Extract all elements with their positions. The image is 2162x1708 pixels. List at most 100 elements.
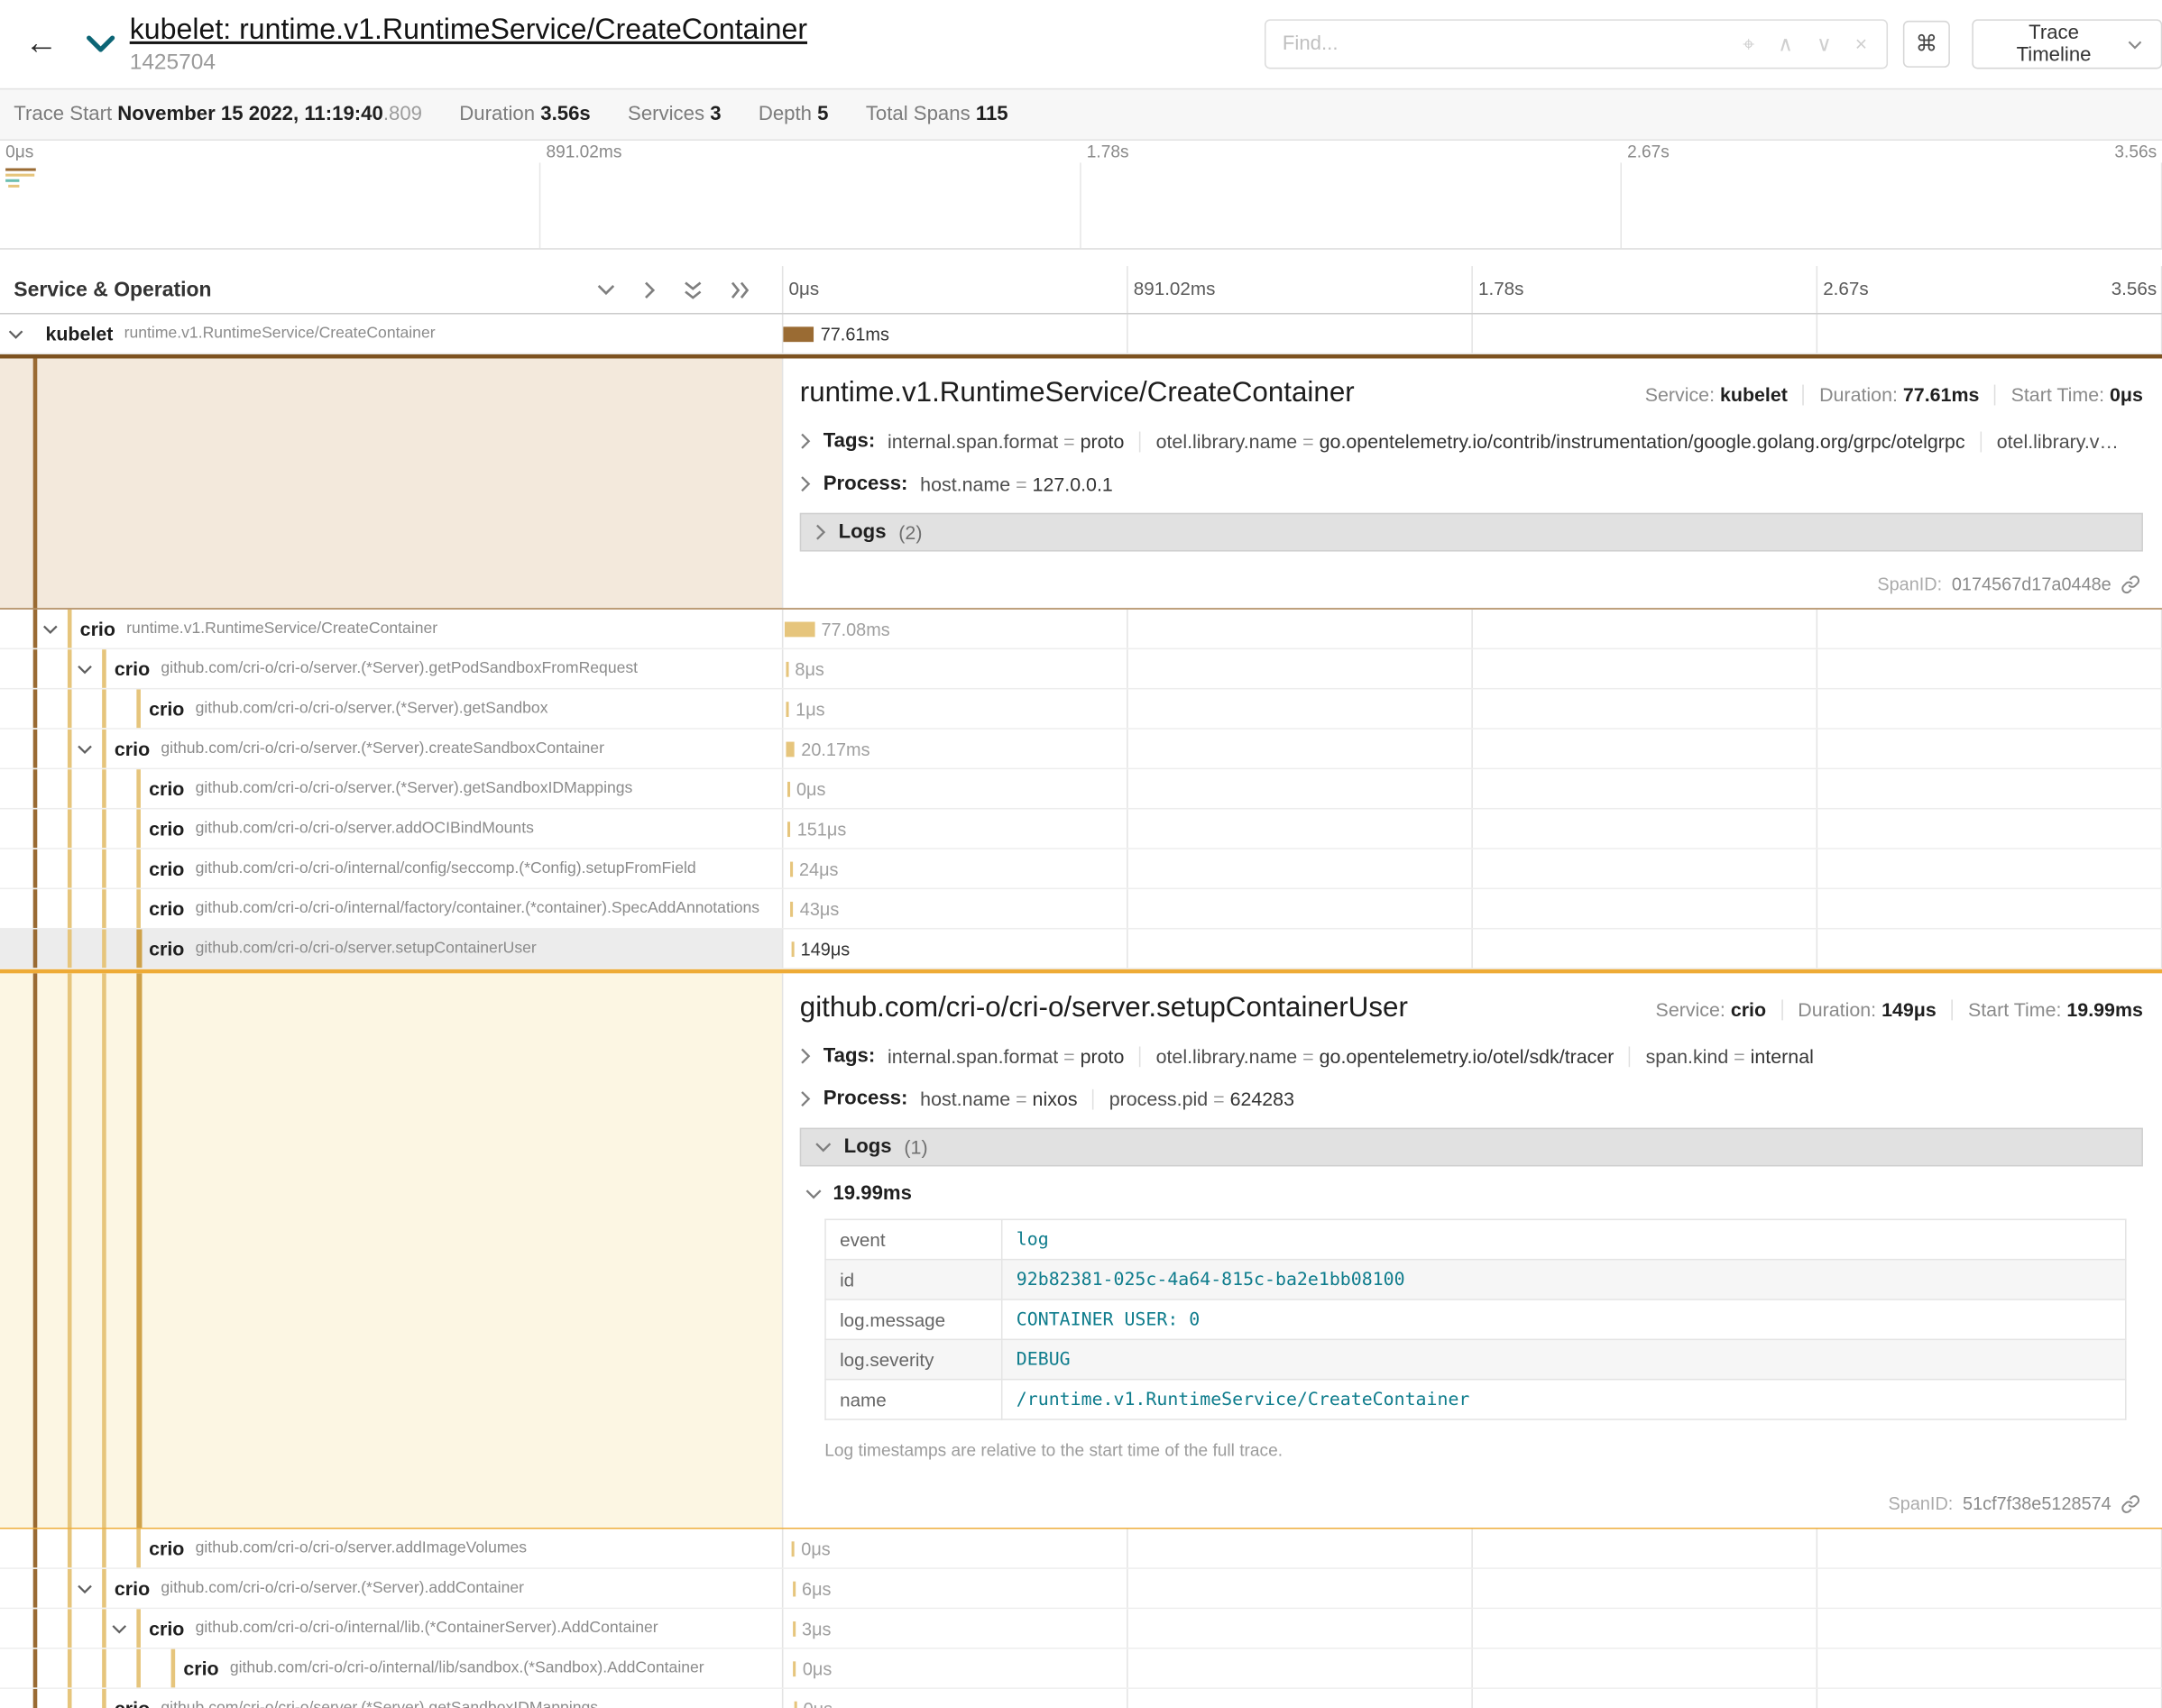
span-timeline-cell[interactable]: 3μs bbox=[783, 1609, 2162, 1648]
span-duration-bar[interactable] bbox=[793, 1661, 796, 1676]
span-duration-bar[interactable] bbox=[794, 1702, 796, 1708]
span-row[interactable]: crio github.com/cri-o/cri-o/server.(*Ser… bbox=[0, 689, 2162, 729]
span-duration-bar[interactable] bbox=[786, 662, 788, 677]
span-duration-bar[interactable] bbox=[786, 742, 794, 758]
locate-match-icon[interactable]: ⌖ bbox=[1743, 33, 1754, 54]
trace-title-link[interactable]: kubelet: runtime.v1.RuntimeService/Creat… bbox=[130, 14, 807, 47]
span-name-cell[interactable]: crio runtime.v1.RuntimeService/CreateCon… bbox=[0, 610, 783, 648]
span-name-cell[interactable]: crio github.com/cri-o/cri-o/server.(*Ser… bbox=[0, 689, 783, 728]
span-row[interactable]: crio github.com/cri-o/cri-o/server.setup… bbox=[0, 929, 2162, 969]
span-row[interactable]: crio github.com/cri-o/cri-o/server.(*Ser… bbox=[0, 769, 2162, 809]
collapse-one-icon[interactable] bbox=[644, 280, 655, 298]
span-name-cell[interactable]: crio github.com/cri-o/cri-o/server.addOC… bbox=[0, 809, 783, 848]
process-accordion[interactable]: Process: host.name = nixosprocess.pid = … bbox=[800, 1088, 2143, 1109]
span-timeline-cell[interactable]: 6μs bbox=[783, 1569, 2162, 1608]
tags-accordion[interactable]: Tags: internal.span.format = protootel.l… bbox=[800, 430, 2143, 452]
span-row[interactable]: crio github.com/cri-o/cri-o/internal/lib… bbox=[0, 1609, 2162, 1648]
keyboard-shortcuts-button[interactable]: ⌘ bbox=[1903, 21, 1950, 68]
span-expand-toggle[interactable] bbox=[78, 649, 103, 688]
span-name-cell[interactable]: kubelet runtime.v1.RuntimeService/Create… bbox=[0, 315, 783, 354]
span-name-cell[interactable]: crio github.com/cri-o/cri-o/server.(*Ser… bbox=[0, 1569, 783, 1608]
span-row[interactable]: crio runtime.v1.RuntimeService/CreateCon… bbox=[0, 610, 2162, 649]
span-name-cell[interactable]: crio github.com/cri-o/cri-o/server.setup… bbox=[0, 929, 783, 968]
clear-find-icon[interactable]: × bbox=[1855, 33, 1867, 54]
span-timeline-cell[interactable]: 1μs bbox=[783, 689, 2162, 728]
span-row[interactable]: crio github.com/cri-o/cri-o/server.addOC… bbox=[0, 809, 2162, 849]
indent-guide bbox=[102, 730, 106, 768]
span-duration-label: 20.17ms bbox=[801, 730, 869, 768]
span-row[interactable]: crio github.com/cri-o/cri-o/server.(*Ser… bbox=[0, 1569, 2162, 1609]
trace-view-selector[interactable]: Trace Timeline bbox=[1972, 19, 2162, 69]
span-row[interactable]: crio github.com/cri-o/cri-o/server.(*Ser… bbox=[0, 1689, 2162, 1708]
span-timeline-cell[interactable]: 20.17ms bbox=[783, 730, 2162, 768]
indent-guide bbox=[68, 809, 72, 848]
logs-accordion[interactable]: Logs (1) bbox=[800, 1128, 2143, 1167]
span-timeline-cell[interactable]: 8μs bbox=[783, 649, 2162, 688]
span-name-cell[interactable]: crio github.com/cri-o/cri-o/server.(*Ser… bbox=[0, 1689, 783, 1708]
span-duration-bar[interactable] bbox=[792, 1621, 795, 1637]
expand-all-icon[interactable] bbox=[684, 280, 702, 298]
log-entry-toggle[interactable]: 19.99ms bbox=[805, 1183, 2143, 1205]
process-accordion[interactable]: Process: host.name = 127.0.0.1 bbox=[800, 473, 2143, 494]
expand-one-icon[interactable] bbox=[597, 284, 615, 295]
span-duration-bar[interactable] bbox=[787, 822, 790, 837]
find-input[interactable] bbox=[1266, 33, 1724, 55]
span-timeline-cell[interactable]: 24μs bbox=[783, 849, 2162, 888]
indent-guide bbox=[33, 359, 38, 609]
span-expand-toggle[interactable] bbox=[112, 1609, 137, 1648]
copy-link-icon[interactable] bbox=[2121, 1494, 2139, 1513]
span-timeline-cell[interactable]: 0μs bbox=[783, 769, 2162, 808]
span-row[interactable]: crio github.com/cri-o/cri-o/internal/fac… bbox=[0, 889, 2162, 929]
minimap-tick: 0μs bbox=[5, 142, 33, 161]
span-row[interactable]: crio github.com/cri-o/cri-o/server.addIm… bbox=[0, 1529, 2162, 1569]
span-duration-bar[interactable] bbox=[791, 941, 794, 957]
span-duration-bar[interactable] bbox=[790, 902, 793, 917]
span-name-cell[interactable]: crio github.com/cri-o/cri-o/server.(*Ser… bbox=[0, 649, 783, 688]
span-timeline-cell[interactable]: 151μs bbox=[783, 809, 2162, 848]
span-duration-bar[interactable] bbox=[785, 622, 814, 638]
span-name-cell[interactable]: crio github.com/cri-o/cri-o/internal/lib… bbox=[0, 1609, 783, 1648]
logs-accordion[interactable]: Logs (2) bbox=[800, 513, 2143, 552]
previous-match-icon[interactable]: ∧ bbox=[1778, 33, 1793, 54]
span-name-cell[interactable]: crio github.com/cri-o/cri-o/server.(*Ser… bbox=[0, 769, 783, 808]
span-expand-toggle[interactable] bbox=[42, 610, 68, 648]
indent-guide bbox=[68, 730, 72, 768]
collapse-all-icon[interactable] bbox=[731, 280, 749, 298]
span-row[interactable]: crio github.com/cri-o/cri-o/server.(*Ser… bbox=[0, 649, 2162, 689]
span-duration-bar[interactable] bbox=[783, 326, 814, 342]
span-timeline-cell[interactable]: 149μs bbox=[783, 929, 2162, 968]
collapse-trace-header-icon[interactable] bbox=[86, 34, 116, 53]
minimap-canvas[interactable] bbox=[0, 162, 2162, 248]
span-timeline-cell[interactable]: 77.08ms bbox=[783, 610, 2162, 648]
back-icon[interactable]: ← bbox=[16, 16, 66, 71]
span-duration-label: 77.08ms bbox=[821, 610, 889, 648]
copy-link-icon[interactable] bbox=[2121, 574, 2139, 593]
span-name-cell[interactable]: crio github.com/cri-o/cri-o/internal/fac… bbox=[0, 889, 783, 928]
span-duration-bar[interactable] bbox=[789, 862, 792, 877]
span-duration-bar[interactable] bbox=[786, 702, 788, 717]
span-expand-toggle[interactable] bbox=[8, 315, 33, 354]
span-timeline-cell[interactable]: 0μs bbox=[783, 1529, 2162, 1568]
tags-accordion[interactable]: Tags: internal.span.format = protootel.l… bbox=[800, 1045, 2143, 1067]
span-expand-toggle[interactable] bbox=[78, 730, 103, 768]
span-timeline-cell[interactable]: 77.61ms bbox=[783, 315, 2162, 354]
span-timeline-cell[interactable]: 0μs bbox=[783, 1649, 2162, 1688]
next-match-icon[interactable]: ∨ bbox=[1817, 33, 1832, 54]
span-timeline-cell[interactable]: 0μs bbox=[783, 1689, 2162, 1708]
span-name-cell[interactable]: crio github.com/cri-o/cri-o/internal/con… bbox=[0, 849, 783, 888]
span-duration-bar[interactable] bbox=[792, 1582, 795, 1597]
span-duration-bar[interactable] bbox=[787, 782, 789, 797]
span-name-cell[interactable]: crio github.com/cri-o/cri-o/internal/lib… bbox=[0, 1649, 783, 1688]
span-name-cell[interactable]: crio github.com/cri-o/cri-o/server.addIm… bbox=[0, 1529, 783, 1568]
trace-minimap[interactable]: 0μs 891.02ms 1.78s 2.67s 3.56s bbox=[0, 141, 2162, 250]
span-row[interactable]: crio github.com/cri-o/cri-o/internal/lib… bbox=[0, 1649, 2162, 1689]
span-timeline-cell[interactable]: 43μs bbox=[783, 889, 2162, 928]
span-duration-bar[interactable] bbox=[792, 1541, 795, 1556]
span-row[interactable]: crio github.com/cri-o/cri-o/internal/con… bbox=[0, 849, 2162, 889]
span-row[interactable]: crio github.com/cri-o/cri-o/server.(*Ser… bbox=[0, 730, 2162, 769]
span-expand-toggle[interactable] bbox=[78, 1569, 103, 1608]
timeline-header-ticks: 0μs 891.02ms 1.78s 2.67s 3.56s bbox=[783, 266, 2162, 313]
indent-guide bbox=[33, 649, 38, 688]
span-name-cell[interactable]: crio github.com/cri-o/cri-o/server.(*Ser… bbox=[0, 730, 783, 768]
span-row[interactable]: kubelet runtime.v1.RuntimeService/Create… bbox=[0, 315, 2162, 354]
